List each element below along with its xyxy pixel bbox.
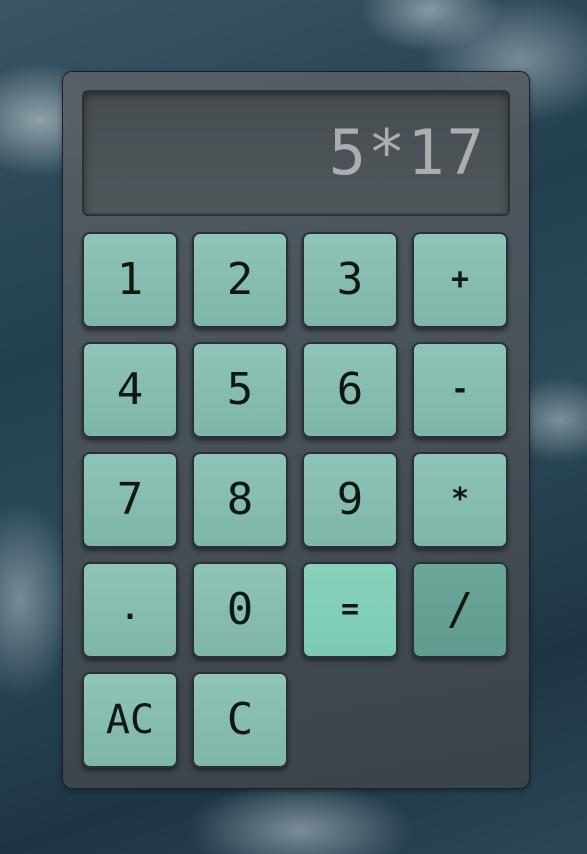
multiply-button[interactable]: * (412, 452, 508, 548)
key-4-label: 4 (116, 364, 144, 415)
key-5-button[interactable]: 5 (192, 342, 288, 438)
multiply-label: * (450, 482, 470, 517)
equals-label: = (340, 592, 360, 627)
key-9-label: 9 (336, 474, 364, 525)
key-0-button[interactable]: 0 (192, 562, 288, 658)
calculator-body: 5*17 1 2 3 + 4 5 6 - 7 8 9 * . 0 = / AC … (62, 71, 530, 789)
key-2-label: 2 (226, 254, 254, 305)
key-9-button[interactable]: 9 (302, 452, 398, 548)
key-4-button[interactable]: 4 (82, 342, 178, 438)
key-0-label: 0 (226, 584, 254, 635)
plus-label: + (450, 262, 470, 297)
key-1-button[interactable]: 1 (82, 232, 178, 328)
key-6-button[interactable]: 6 (302, 342, 398, 438)
all-clear-label: AC (105, 697, 155, 743)
minus-button[interactable]: - (412, 342, 508, 438)
key-8-label: 8 (226, 474, 254, 525)
key-2-button[interactable]: 2 (192, 232, 288, 328)
key-3-button[interactable]: 3 (302, 232, 398, 328)
calculator-display: 5*17 (82, 90, 510, 216)
key-3-label: 3 (336, 254, 364, 305)
key-6-label: 6 (336, 364, 364, 415)
decimal-label: . (120, 592, 140, 627)
clear-label: C (226, 694, 254, 745)
clear-button[interactable]: C (192, 672, 288, 768)
decimal-button[interactable]: . (82, 562, 178, 658)
divide-button[interactable]: / (412, 562, 508, 658)
divide-label: / (446, 584, 474, 635)
key-8-button[interactable]: 8 (192, 452, 288, 548)
equals-button[interactable]: = (302, 562, 398, 658)
minus-label: - (450, 372, 470, 407)
plus-button[interactable]: + (412, 232, 508, 328)
key-7-label: 7 (116, 474, 144, 525)
key-7-button[interactable]: 7 (82, 452, 178, 548)
display-value: 5*17 (328, 116, 486, 189)
all-clear-button[interactable]: AC (82, 672, 178, 768)
key-5-label: 5 (226, 364, 254, 415)
key-1-label: 1 (116, 254, 144, 305)
